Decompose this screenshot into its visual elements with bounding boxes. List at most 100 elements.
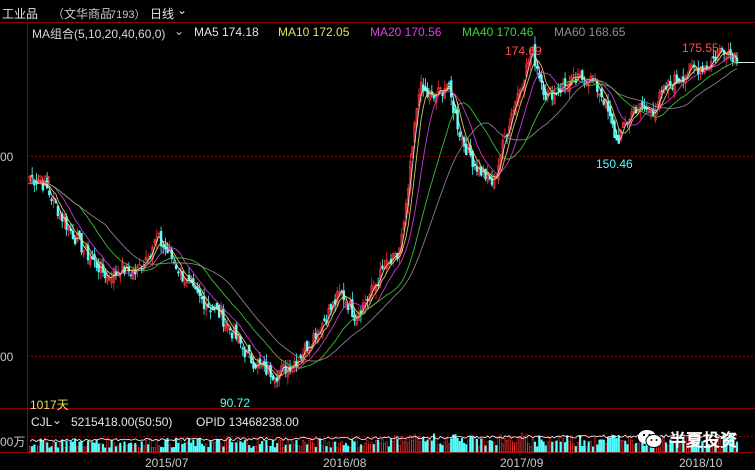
volume-bar [544,445,547,453]
volume-bar [493,442,496,453]
volume-bar [536,446,539,453]
price-chart[interactable] [0,0,755,467]
volume-bar [402,441,405,453]
volume-bar [370,441,373,453]
volume-bar [291,441,294,453]
volume-bar [359,444,362,453]
volume-bar [319,438,322,453]
volume-bar [117,445,120,453]
volume-bar [467,439,470,453]
volume-bar [587,441,590,453]
candle-body [720,48,724,50]
y-tick-upper: 00 [0,150,14,164]
volume-bar [463,442,466,453]
volume-bar [52,441,55,453]
volume-bar [351,439,354,453]
volume-bar [344,443,347,453]
volume-bar [387,446,390,453]
volume-bar [142,445,145,453]
ma10-line [30,51,738,377]
volume-bar [181,444,184,453]
volume-bar [43,437,47,453]
volume-bar [102,443,105,453]
chart-frame [0,22,755,456]
candle-body [671,87,674,90]
candle-body [50,198,53,202]
volume-bar [465,444,468,453]
volume-bar [282,447,285,453]
volume-bar [224,440,227,453]
volume-bar [284,444,287,453]
volume-bar [353,441,356,453]
volume-bar [619,439,623,453]
volume-bar [596,444,599,453]
volume-bar [140,441,143,453]
volume-bar [340,441,343,453]
volume-bar [553,441,556,453]
volume-bar [248,445,251,453]
volume-bar [237,440,240,453]
candle-body [458,132,461,138]
volume-bar [405,438,408,453]
volume-bar [478,445,481,453]
volume-bar [74,438,77,453]
candle-body [241,347,244,350]
opid-value: OPID 13468238.00 [196,415,299,429]
candle-body [138,264,141,266]
volume-bar [364,442,367,453]
volume-bar [265,439,268,453]
volume-bar [346,445,350,453]
volume-bar [473,437,476,453]
volume-bar [572,443,575,453]
volume-bar [471,436,474,453]
volume-bar [183,442,186,453]
candle-body [263,361,266,364]
candle-body [177,271,180,274]
candle-body [602,99,605,105]
volume-bar [626,444,629,453]
volume-indicator[interactable]: CJL [31,415,52,429]
volume-bar [559,441,562,453]
candle-body [230,332,234,339]
volume-bar [598,439,601,453]
volume-bar [288,444,292,453]
volume-bar [594,436,597,453]
volume-bar [600,439,603,453]
watermark-text: 半夏投资 [669,431,737,450]
volume-bar [546,441,549,453]
volume-bar [490,440,494,453]
watermark: 半夏投资 [637,426,737,451]
volume-bar [566,435,569,453]
volume-bar [381,439,384,453]
volume-bar [312,442,315,453]
volume-bar [301,440,304,453]
volume-bar [420,441,423,453]
volume-bar [460,438,463,453]
volume-bar [33,444,36,453]
candle-body [346,304,350,311]
volume-bar [308,440,311,453]
ma20-line [30,54,738,373]
volume-bar [506,439,509,453]
candle-body [215,302,219,309]
volume-bar [168,444,171,453]
volume-bar [482,439,485,453]
volume-bar [76,445,79,453]
candle-body [641,101,644,106]
volume-bar [35,445,38,453]
volume-bar [99,443,102,453]
volume-bar [84,446,87,453]
chevron-down-icon[interactable]: ⌄ [52,413,62,427]
volume-bar [155,440,158,453]
volume-bar [362,445,365,453]
volume-bar [615,438,618,453]
volume-bar [276,443,279,453]
candle-body [209,310,212,313]
volume-bar [241,442,244,453]
volume-bar [607,437,610,453]
volume-bar [123,441,126,453]
volume-bar [263,439,266,453]
candle-body [550,92,554,100]
volume-bar [409,435,412,453]
volume-bar [254,445,257,453]
